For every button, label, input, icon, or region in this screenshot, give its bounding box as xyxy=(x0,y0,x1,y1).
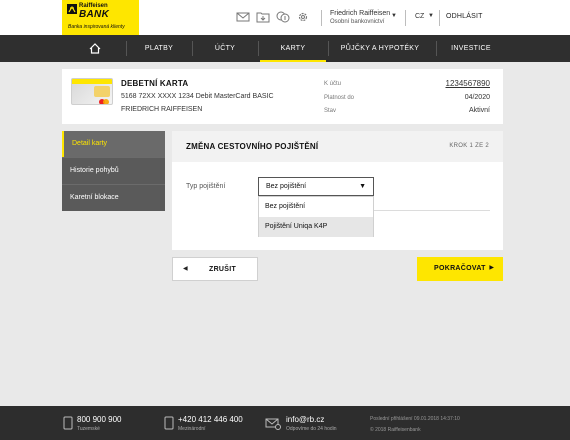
mail-icon[interactable] xyxy=(236,11,250,23)
divider xyxy=(328,41,329,56)
valid-label: Platnost do xyxy=(324,95,355,101)
phone-icon xyxy=(63,416,73,430)
arrow-left-icon: ◀ xyxy=(183,266,188,272)
side-item-detail[interactable]: Detail karty xyxy=(62,131,165,157)
divider xyxy=(321,10,322,26)
card-holder: FRIEDRICH RAIFFEISEN xyxy=(121,106,203,113)
folder-icon[interactable] xyxy=(256,11,270,23)
card-number: 5168 72XX XXXX 1234 Debit MasterCard BAS… xyxy=(121,93,274,100)
divider xyxy=(192,41,193,56)
divider xyxy=(436,41,437,56)
side-item-history[interactable]: Historie pohybů xyxy=(62,158,165,184)
header: Raiffeisen BANK Banka inspirovaná klient… xyxy=(0,0,570,35)
state-value: Aktivní xyxy=(468,107,490,114)
gear-icon[interactable] xyxy=(296,11,310,23)
select-value: Bez pojištění xyxy=(266,183,307,190)
card-side-menu: Detail karty Historie pohybů Karetní blo… xyxy=(62,131,165,211)
card-image xyxy=(71,78,113,105)
valid-value: 04/2020 xyxy=(464,94,490,101)
brand-name-main: BANK xyxy=(79,9,110,20)
card-summary: DEBETNÍ KARTA 5168 72XX XXXX 1234 Debit … xyxy=(62,69,503,124)
nav-item-investice[interactable]: INVESTICE xyxy=(438,35,504,62)
option-uniqa-k4p[interactable]: Pojištění Uniqa K4P xyxy=(259,217,373,237)
cancel-button[interactable]: ◀ ZRUŠIT xyxy=(172,257,258,281)
state-label: Stav xyxy=(324,108,337,114)
phone-number[interactable]: 800 900 900 xyxy=(77,415,122,424)
phone-icon xyxy=(164,416,174,430)
copyright: © 2018 Raiffeisenbank xyxy=(370,427,421,433)
user-segment: Osobní bankovnictví xyxy=(330,19,385,25)
divider xyxy=(126,41,127,56)
panel-header: ZMĚNA CESTOVNÍHO POJIŠTĚNÍ KROK 1 ZE 2 xyxy=(172,131,503,162)
chevron-down-icon[interactable]: ▼ xyxy=(428,13,434,19)
nav-item-pujcky[interactable]: PŮJČKY A HYPOTÉKY xyxy=(330,35,430,62)
page-title: ZMĚNA CESTOVNÍHO POJIŠTĚNÍ xyxy=(186,142,319,151)
email-link[interactable]: info@rb.cz xyxy=(286,415,324,424)
insurance-type-dropdown: Bez pojištění Pojištění Uniqa K4P xyxy=(258,196,374,237)
nav-item-platby[interactable]: PLATBY xyxy=(128,35,190,62)
nav-item-karty[interactable]: KARTY xyxy=(260,35,326,62)
footer: 800 900 900 Tuzemské +420 412 446 400 Me… xyxy=(0,406,570,440)
arrow-right-icon: ▶ xyxy=(489,265,494,271)
option-no-insurance[interactable]: Bez pojištění xyxy=(259,197,373,217)
brand-tagline: Banka inspirovaná klienty xyxy=(68,24,125,30)
language-select[interactable]: CZ xyxy=(415,13,424,20)
phone-intl[interactable]: +420 412 446 400 xyxy=(178,415,243,424)
money-icon[interactable] xyxy=(276,11,290,23)
phone-sub: Tuzemské xyxy=(77,426,100,432)
card-title: DEBETNÍ KARTA xyxy=(121,79,189,88)
raiffeisen-logo-icon xyxy=(67,4,77,14)
home-icon xyxy=(89,43,101,54)
continue-label: POKRAČOVAT xyxy=(434,265,486,272)
chevron-down-icon[interactable]: ▼ xyxy=(391,13,397,19)
last-login: Poslední přihlášení 09.01.2018 14:37:10 xyxy=(370,416,460,422)
account-label: K účtu xyxy=(324,81,342,87)
divider xyxy=(258,41,259,56)
chevron-down-icon: ▼ xyxy=(359,183,366,190)
divider xyxy=(439,10,440,26)
account-link[interactable]: 1234567890 xyxy=(446,79,491,88)
logout-link[interactable]: ODHLÁSIT xyxy=(446,13,483,20)
insurance-type-label: Typ pojištění xyxy=(186,183,226,190)
continue-button[interactable]: POKRAČOVAT ▶ xyxy=(417,257,503,281)
raiffeisen-logo[interactable]: Raiffeisen BANK Banka inspirovaná klient… xyxy=(62,0,139,35)
user-name[interactable]: Friedrich Raiffeisen xyxy=(330,10,390,17)
mail-icon xyxy=(265,418,281,430)
email-sub: Odpovíme do 24 hodin xyxy=(286,426,337,432)
home-button[interactable] xyxy=(80,35,110,62)
main-nav: PLATBY ÚČTY KARTY PŮJČKY A HYPOTÉKY INVE… xyxy=(0,35,570,62)
divider xyxy=(405,10,406,26)
nav-item-ucty[interactable]: ÚČTY xyxy=(194,35,256,62)
cancel-label: ZRUŠIT xyxy=(209,266,237,273)
side-item-blocking[interactable]: Karetní blokace xyxy=(62,185,165,211)
insurance-type-select[interactable]: Bez pojištění ▼ xyxy=(258,177,374,196)
step-indicator: KROK 1 ZE 2 xyxy=(449,143,489,149)
phone-intl-sub: Mezinárodní xyxy=(178,426,206,432)
